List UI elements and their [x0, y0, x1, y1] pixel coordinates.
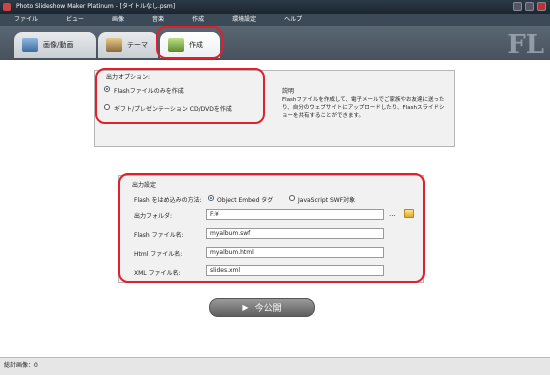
output-settings-title: 出力設定	[132, 182, 157, 189]
app-icon	[3, 3, 11, 11]
highlight-create-tab	[156, 26, 223, 59]
publish-button-label: 今公開	[254, 304, 282, 314]
title-bar: Photo Slideshow Maker Platinum - [タイトルなし…	[0, 0, 550, 14]
radio-javascript-swf[interactable]	[289, 195, 295, 201]
menu-create[interactable]: 作成	[178, 14, 218, 26]
menu-settings[interactable]: 環境設定	[218, 14, 270, 26]
photo-icon	[22, 38, 38, 52]
menu-view[interactable]: ビュー	[52, 14, 98, 26]
description-title: 説明	[282, 88, 295, 95]
menu-music[interactable]: 音楽	[138, 14, 178, 26]
option-flash-only-label: Flashファイルのみを作成	[114, 88, 184, 95]
html-filename-input[interactable]: myalbum.html	[206, 247, 384, 258]
embed-option-js-label: JavaScript SWF対象	[298, 197, 356, 204]
xml-filename-input[interactable]: slides.xml	[206, 265, 384, 276]
menu-image[interactable]: 画像	[98, 14, 138, 26]
tab-label: テーマ	[127, 41, 148, 49]
flash-filename-label: Flash ファイル名:	[134, 232, 184, 239]
folder-icon[interactable]	[404, 209, 414, 218]
radio-object-embed[interactable]	[208, 195, 214, 201]
theme-icon	[106, 38, 122, 52]
description-text: Flashファイルを作成して、電子メールでご家族やお友達に送ったり、自分のウェブ…	[282, 97, 445, 119]
brand-watermark: FL	[507, 30, 544, 60]
menu-file[interactable]: ファイル	[0, 14, 52, 26]
option-gift-cd-label: ギフト/プレゼンテーション CD/DVDを作成	[114, 106, 232, 113]
embed-option-object-label: Object Embed タグ	[217, 197, 274, 204]
maximize-button[interactable]	[525, 2, 534, 11]
embed-method-label: Flash をはめ込みの方法:	[134, 197, 202, 204]
publish-button[interactable]: ▶ 今公開	[209, 298, 315, 317]
radio-gift-cd[interactable]	[104, 104, 110, 110]
status-text: 総計画像：0	[4, 362, 38, 369]
browse-button[interactable]: ...	[389, 210, 396, 218]
flash-filename-input[interactable]: myalbum.swf	[206, 228, 384, 239]
output-options-title: 出力オプション:	[106, 74, 151, 81]
close-button[interactable]	[537, 2, 546, 11]
play-icon: ▶	[242, 303, 249, 312]
html-filename-label: Html ファイル名:	[134, 251, 183, 258]
tab-images-video[interactable]: 画像/動画	[14, 32, 96, 58]
window-title: Photo Slideshow Maker Platinum - [タイトルなし…	[16, 3, 176, 10]
tab-theme[interactable]: テーマ	[98, 32, 158, 58]
output-folder-input[interactable]: F:¥	[206, 209, 384, 220]
status-bar: 総計画像：0	[0, 357, 550, 375]
menu-bar: ファイル ビュー 画像 音楽 作成 環境設定 ヘルプ	[0, 14, 550, 26]
tab-bar: 画像/動画 テーマ 作成 FL	[0, 26, 550, 60]
xml-filename-label: XML ファイル名:	[134, 270, 181, 277]
radio-flash-only[interactable]	[104, 86, 110, 92]
menu-help[interactable]: ヘルプ	[270, 14, 316, 26]
tab-label: 画像/動画	[43, 41, 74, 49]
output-folder-label: 出力フォルダ:	[134, 213, 173, 220]
minimize-button[interactable]	[513, 2, 522, 11]
